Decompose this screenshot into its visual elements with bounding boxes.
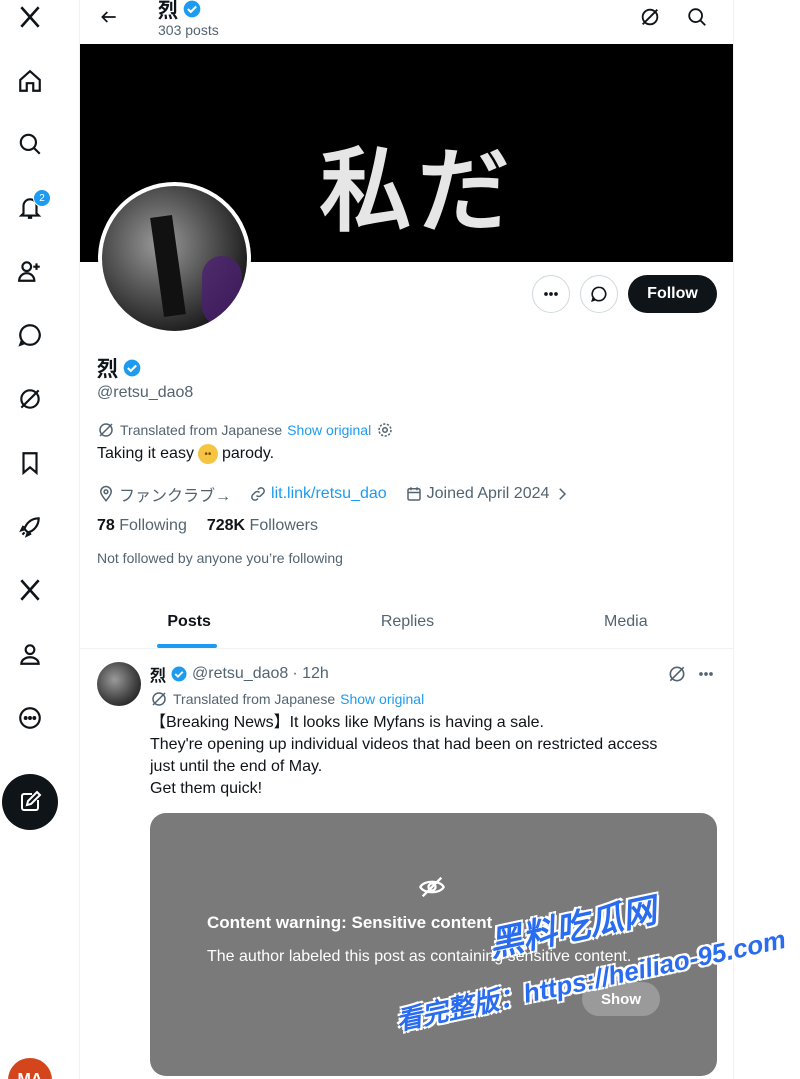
home-icon[interactable]	[5, 56, 55, 106]
following-count: 78	[97, 517, 115, 534]
account-avatar[interactable]: MA	[8, 1058, 52, 1079]
content-warning-description: The author labeled this post as containi…	[207, 948, 632, 965]
grok-translate-icon	[99, 423, 113, 437]
follow-stats: 78 Following 728K Followers	[97, 517, 318, 535]
header-name-text: 烈	[158, 0, 178, 22]
bio-text-end: parody.	[221, 445, 275, 462]
profile-tabs: Posts Replies Media	[80, 596, 733, 649]
not-followed-note: Not followed by anyone you’re following	[97, 550, 343, 566]
profile-location: ファンクラブ→	[119, 488, 232, 505]
pleading-face-emoji-icon: ••	[197, 444, 218, 464]
show-original-link[interactable]: Show original	[287, 422, 371, 438]
post-translation-note: Translated from Japanese Show original	[150, 690, 424, 708]
header-display-name: 烈	[158, 0, 202, 23]
translated-label: Translated from Japanese	[120, 422, 283, 438]
grok-icon[interactable]	[5, 374, 55, 424]
tab-replies[interactable]: Replies	[298, 596, 516, 648]
back-button[interactable]	[92, 0, 126, 34]
chevron-right-icon[interactable]	[553, 485, 571, 503]
post-text-line: just until the end of May.	[150, 758, 323, 775]
bookmarks-icon[interactable]	[5, 438, 55, 488]
post-text: 【Breaking News】It looks like Myfans is h…	[150, 712, 720, 800]
back-arrow-icon	[101, 11, 116, 23]
bio-translation-note: Translated from Japanese Show original	[97, 421, 394, 439]
post-text-line: They're opening up individual videos tha…	[150, 736, 658, 753]
more-options-button[interactable]	[532, 275, 570, 313]
message-bubble-icon	[591, 286, 607, 302]
followers-stat[interactable]: 728K Followers	[207, 517, 318, 535]
x-logo-icon[interactable]	[5, 0, 55, 42]
profile-meta: ファンクラブ→ lit.link/retsu_dao Joined April …	[97, 482, 571, 506]
tab-media-label: Media	[604, 613, 648, 630]
grok-translate-icon	[152, 692, 166, 706]
grok-header-icon[interactable]	[635, 2, 665, 32]
tab-posts[interactable]: Posts	[80, 596, 298, 648]
search-header-icon[interactable]	[682, 2, 712, 32]
post-grok-icon[interactable]	[665, 662, 689, 686]
post-author-avatar[interactable]	[97, 662, 141, 706]
post-text-line: Get them quick!	[150, 780, 263, 797]
verified-badge-icon	[123, 359, 141, 377]
profile-joined-date: Joined April 2024	[426, 485, 550, 502]
profile-header-bar: 烈 303 posts	[80, 0, 733, 44]
premium-x-icon[interactable]	[5, 565, 55, 615]
active-tab-indicator	[157, 644, 217, 648]
profile-display-name: 烈	[97, 353, 142, 383]
sensitive-media-card[interactable]: Content warning: Sensitive content The a…	[150, 813, 717, 1076]
profile-avatar[interactable]	[98, 182, 251, 335]
notification-badge: 2	[33, 189, 51, 207]
following-label: Following	[119, 517, 187, 534]
follow-button[interactable]: Follow	[628, 275, 717, 313]
bio-text-start: Taking it easy	[97, 445, 194, 462]
tab-replies-label: Replies	[380, 613, 435, 630]
following-stat[interactable]: 78 Following	[97, 517, 187, 535]
post-translated-label: Translated from Japanese	[173, 691, 336, 707]
avatar-glow-shape	[202, 256, 242, 326]
eye-slash-icon	[418, 873, 446, 901]
post-author-handle[interactable]: @retsu_dao8	[192, 665, 288, 683]
message-button[interactable]	[580, 275, 618, 313]
follow-people-icon[interactable]	[5, 246, 55, 296]
search-icon[interactable]	[5, 119, 55, 169]
banner-text: 私だ	[319, 137, 516, 245]
calendar-icon	[406, 487, 421, 501]
profile-handle: @retsu_dao8	[97, 384, 194, 401]
tab-posts-label: Posts	[167, 613, 211, 630]
profile-column: 烈 303 posts 私だ Follow 烈 @retsu_dao8 Tran…	[79, 0, 734, 1079]
post-show-original-link[interactable]: Show original	[340, 691, 424, 707]
avatar-tie-shape	[150, 214, 186, 318]
post-text-line: 【Breaking News】It looks like Myfans is h…	[150, 714, 544, 731]
post-timestamp[interactable]: · 12h	[292, 665, 328, 683]
more-dots-icon	[544, 292, 558, 296]
more-icon[interactable]	[5, 693, 55, 743]
profile-website-link[interactable]: lit.link/retsu_dao	[271, 485, 387, 503]
location-pin-icon	[99, 485, 113, 502]
profile-bio: Taking it easy •• parody.	[97, 444, 274, 464]
verified-badge-icon	[183, 0, 201, 17]
profile-name-text: 烈	[97, 358, 118, 381]
messages-icon[interactable]	[5, 310, 55, 360]
settings-gear-icon[interactable]	[376, 421, 394, 439]
followers-label: Followers	[249, 517, 319, 534]
compose-post-button[interactable]	[2, 774, 58, 830]
content-warning-title: Content warning: Sensitive content	[207, 913, 493, 932]
show-sensitive-button[interactable]: Show	[582, 982, 660, 1016]
followers-count: 728K	[206, 517, 246, 534]
post-more-icon[interactable]	[694, 662, 718, 686]
post-author-name[interactable]: 烈	[150, 662, 166, 686]
verified-badge-icon	[171, 666, 187, 682]
rocket-icon[interactable]	[5, 502, 55, 552]
post-header: 烈 @retsu_dao8 · 12h	[150, 662, 329, 686]
left-nav: 2 MA	[0, 0, 60, 1079]
compose-icon	[21, 790, 42, 811]
tab-media[interactable]: Media	[517, 596, 733, 648]
notifications-bell-icon[interactable]: 2	[5, 183, 55, 233]
profile-icon[interactable]	[5, 629, 55, 679]
link-icon	[251, 487, 265, 501]
header-posts-count: 303 posts	[158, 22, 219, 38]
